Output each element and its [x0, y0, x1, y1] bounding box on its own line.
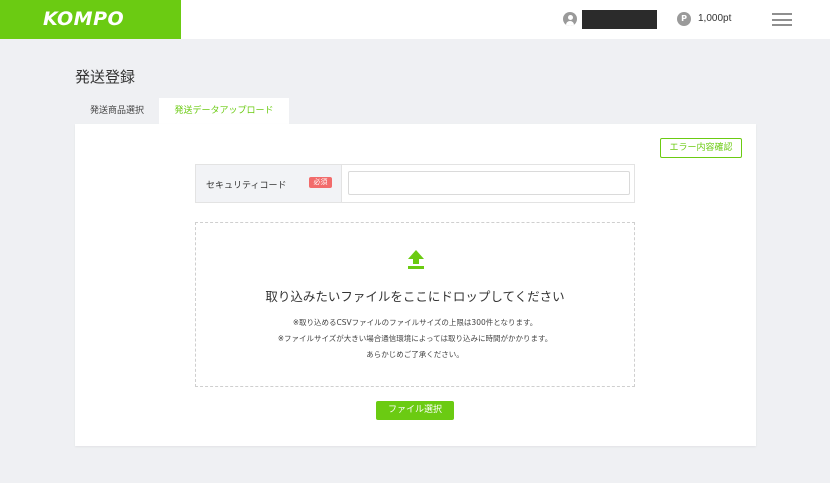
logo-text: KOMPO [43, 8, 125, 30]
security-code-input[interactable] [348, 171, 630, 195]
security-code-row: セキュリティコード 必須 [195, 164, 635, 203]
security-code-label-cell: セキュリティコード 必須 [196, 165, 342, 202]
error-details-button[interactable]: エラー内容確認 [660, 138, 742, 158]
dropzone-note-limit: ※取り込めるCSVファイルのファイルサイズの上限は300件となります。 [292, 318, 538, 327]
page-title: 発送登録 [75, 68, 136, 86]
file-select-button[interactable]: ファイル選択 [376, 401, 454, 420]
user-icon[interactable] [563, 12, 577, 26]
dropzone-note-acknowledge: あらかじめご了承ください。 [366, 350, 464, 359]
required-badge: 必須 [309, 177, 332, 188]
upload-icon [408, 250, 424, 269]
user-name-redacted[interactable] [582, 10, 657, 29]
file-dropzone[interactable]: 取り込みたいファイルをここにドロップしてください ※取り込めるCSVファイルのフ… [195, 222, 635, 387]
tab-shipping-data-upload[interactable]: 発送データアップロード [159, 98, 289, 125]
point-icon: P [677, 12, 691, 26]
tab-shipping-product-select[interactable]: 発送商品選択 [76, 98, 158, 125]
dropzone-title: 取り込みたいファイルをここにドロップしてください [265, 289, 565, 304]
dropzone-note-time: ※ファイルサイズが大きい場合通信環境によっては取り込みに時間がかかります。 [277, 334, 553, 343]
points-balance: 1,000pt [698, 13, 732, 24]
header-bar: KOMPO P 1,000pt [0, 0, 830, 39]
hamburger-menu-icon[interactable] [772, 13, 792, 26]
logo[interactable]: KOMPO [0, 0, 181, 39]
security-code-label: セキュリティコード [206, 181, 287, 191]
